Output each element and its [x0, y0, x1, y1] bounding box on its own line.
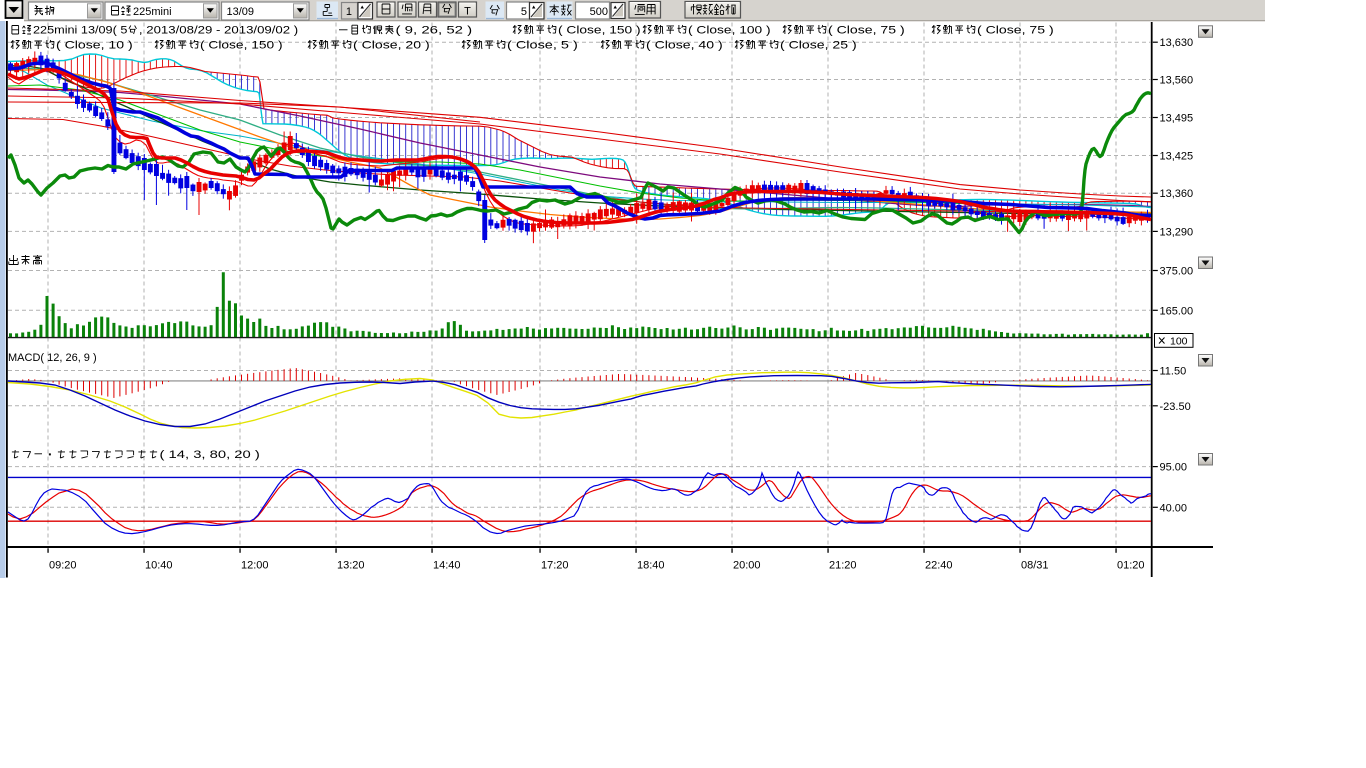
svg-text:100: 100: [1170, 335, 1188, 347]
svg-text:17:20: 17:20: [541, 560, 569, 572]
svg-text:22:40: 22:40: [925, 560, 953, 572]
svg-text:, 2013/08/29 - 2013/09/02 ): , 2013/08/29 - 2013/09/02 ): [139, 25, 298, 37]
svg-text:( Close, 25 ): ( Close, 25 ): [780, 40, 857, 52]
svg-text:1: 1: [346, 6, 352, 18]
svg-text:-23.50: -23.50: [1160, 401, 1191, 413]
svg-text:( Close, 100 ): ( Close, 100 ): [688, 25, 771, 37]
svg-text:11.50: 11.50: [1160, 366, 1187, 378]
svg-text:13,495: 13,495: [1160, 113, 1194, 125]
svg-text:( Close, 40 ): ( Close, 40 ): [646, 40, 723, 52]
svg-text:( Close, 150 ): ( Close, 150 ): [200, 40, 283, 52]
svg-text:40.00: 40.00: [1160, 502, 1188, 514]
svg-text:95.00: 95.00: [1160, 462, 1188, 474]
svg-text:T: T: [464, 5, 471, 17]
svg-text:( Close, 5 ): ( Close, 5 ): [507, 40, 578, 52]
svg-text:225mini 13/09( 5: 225mini 13/09( 5: [33, 25, 127, 37]
svg-text:09:20: 09:20: [49, 560, 77, 572]
svg-text:21:20: 21:20: [829, 560, 857, 572]
svg-text:13,560: 13,560: [1160, 75, 1194, 87]
svg-text:MACD( 12, 26, 9 ): MACD( 12, 26, 9 ): [8, 352, 97, 364]
svg-text:12:00: 12:00: [241, 560, 269, 572]
svg-text:20:00: 20:00: [733, 560, 761, 572]
svg-text:( Close, 20 ): ( Close, 20 ): [353, 40, 430, 52]
svg-text:( Close, 75 ): ( Close, 75 ): [977, 25, 1054, 37]
svg-text:01:20: 01:20: [1117, 560, 1145, 572]
svg-text:13,425: 13,425: [1160, 151, 1194, 163]
svg-text:14:40: 14:40: [433, 560, 461, 572]
svg-text:( 14, 3, 80, 20 ): ( 14, 3, 80, 20 ): [160, 449, 260, 461]
svg-text:13,630: 13,630: [1160, 37, 1194, 49]
svg-text:500: 500: [590, 6, 608, 18]
svg-text:13:20: 13:20: [337, 560, 365, 572]
svg-text:375.00: 375.00: [1160, 266, 1194, 278]
svg-text:18:40: 18:40: [637, 560, 665, 572]
svg-text:5: 5: [521, 6, 527, 18]
svg-text:13,290: 13,290: [1160, 226, 1194, 238]
svg-text:10:40: 10:40: [145, 560, 173, 572]
svg-text:( Close, 75 ): ( Close, 75 ): [828, 25, 905, 37]
svg-text:( Close, 150 ): ( Close, 150 ): [558, 25, 641, 37]
svg-text:165.00: 165.00: [1160, 305, 1194, 317]
svg-text:13,360: 13,360: [1160, 188, 1194, 200]
svg-text:( 9, 26, 52 ): ( 9, 26, 52 ): [396, 25, 473, 37]
svg-text:225mini: 225mini: [133, 6, 172, 18]
svg-text:( Close, 10 ): ( Close, 10 ): [56, 40, 133, 52]
svg-text:13/09: 13/09: [227, 6, 255, 18]
svg-text:08/31: 08/31: [1021, 560, 1049, 572]
